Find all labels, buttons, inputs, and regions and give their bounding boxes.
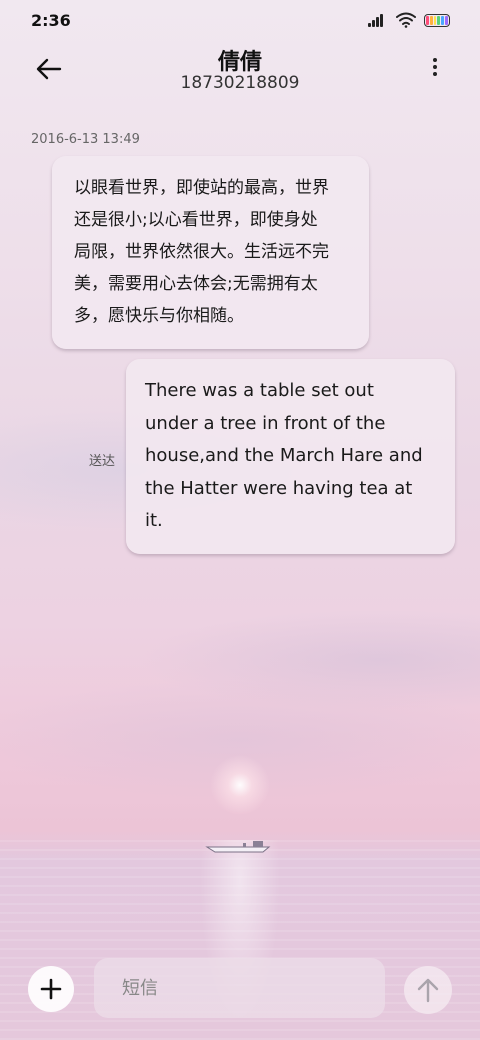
wifi-icon xyxy=(396,12,416,28)
message-line: 以眼看世界，即使站的最高，世界 xyxy=(74,178,329,198)
status-bar: 2:36 xyxy=(0,0,480,40)
message-line: 美，需要用心去体会;无需拥有太 xyxy=(74,274,318,294)
arrow-up-icon xyxy=(417,978,439,1003)
conversation-header: 倩倩 18730218809 xyxy=(0,40,480,110)
message-timestamp: 2016-6-13 13:49 xyxy=(31,132,140,147)
message-input[interactable] xyxy=(94,958,385,1018)
composer-bar xyxy=(0,952,480,1022)
add-attachment-button[interactable] xyxy=(28,966,74,1012)
signal-icon xyxy=(368,13,388,27)
message-line: There was a table set out xyxy=(145,380,374,401)
contact-number: 18730218809 xyxy=(180,73,300,93)
send-button[interactable] xyxy=(404,966,452,1014)
message-line: house,and the March Hare and xyxy=(145,445,423,466)
plus-icon xyxy=(40,978,62,1000)
incoming-message-bubble[interactable]: 以眼看世界，即使站的最高，世界 还是很小;以心看世界，即使身处 局限，世界依然很… xyxy=(52,156,369,349)
message-line: the Hatter were having tea at xyxy=(145,477,413,499)
more-vertical-icon[interactable] xyxy=(430,58,440,80)
battery-icon xyxy=(424,13,450,27)
boat-silhouette xyxy=(205,841,271,853)
delivery-status: 送达 xyxy=(89,454,116,469)
message-line: under a tree in front of the xyxy=(145,412,386,434)
message-line: 还是很小;以心看世界，即使身处 xyxy=(74,210,318,230)
status-icons xyxy=(368,12,450,28)
message-line: 局限，世界依然很大。生活远不完 xyxy=(74,242,329,262)
message-line: it. xyxy=(145,510,163,531)
message-line: 多，愿快乐与你相随。 xyxy=(74,306,244,326)
status-time: 2:36 xyxy=(31,11,71,30)
outgoing-message-bubble[interactable]: There was a table set out under a tree i… xyxy=(126,359,455,554)
contact-name: 倩倩 xyxy=(217,50,262,75)
